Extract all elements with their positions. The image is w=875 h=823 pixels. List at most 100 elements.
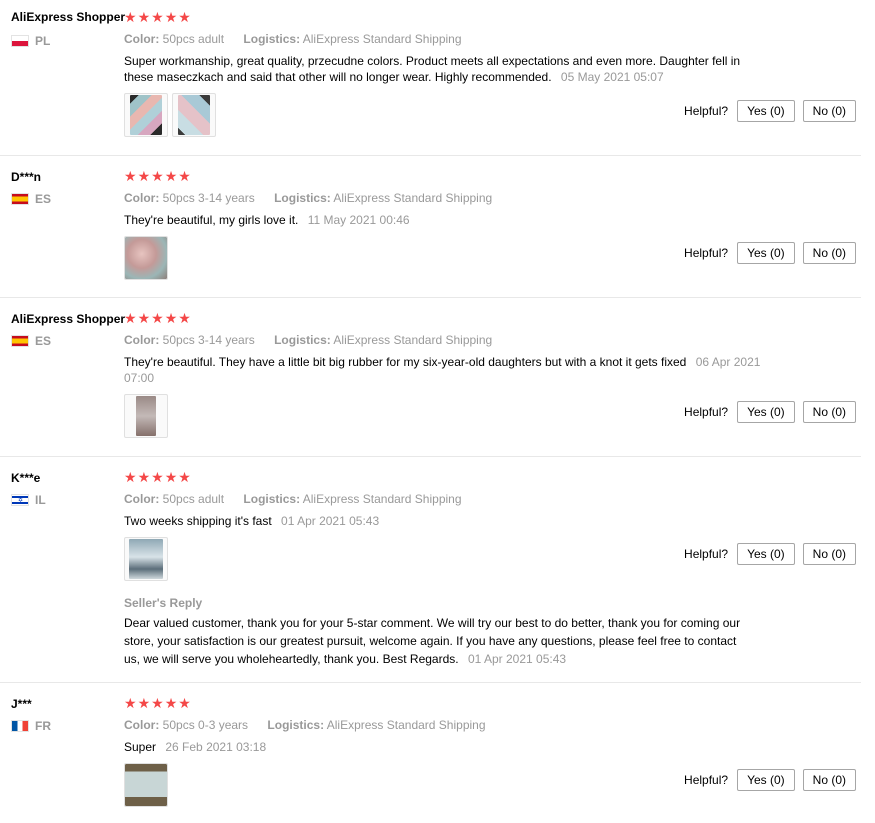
color-value: 50pcs 0-3 years (162, 718, 249, 732)
logistics-key: Logistics: (267, 718, 325, 732)
star-icon: ★ (151, 469, 164, 485)
spain-flag-icon (11, 193, 29, 205)
helpful-yes-button[interactable]: Yes (0) (737, 543, 795, 565)
reviewer-name: K***e (11, 471, 41, 485)
france-flag-icon (11, 720, 29, 732)
reviewer-name: AliExpress Shopper (11, 10, 126, 24)
order-info: Color: 50pcs 0-3 years Logistics: AliExp… (124, 718, 502, 732)
logistics-value: AliExpress Standard Shipping (302, 492, 462, 506)
color-value: 50pcs 3-14 years (162, 333, 255, 347)
reviewer-country: ✡ IL (11, 493, 46, 507)
color-key: Color: (124, 191, 160, 205)
color-key: Color: (124, 492, 160, 506)
review-item: D***n ES ★ ★ ★ ★ ★ Color: 50pcs 3-14 yea… (0, 158, 861, 298)
star-icon: ★ (178, 168, 191, 184)
review-date: 11 May 2021 00:46 (307, 213, 410, 227)
logistics-key: Logistics: (243, 32, 301, 46)
review-photo-thumbnail[interactable] (124, 537, 168, 581)
star-icon: ★ (164, 168, 178, 184)
helpful-vote: Helpful? Yes (0) No (0) (684, 242, 856, 264)
order-info: Color: 50pcs 3-14 years Logistics: AliEx… (124, 191, 508, 205)
color-key: Color: (124, 333, 160, 347)
seller-reply-date: 01 Apr 2021 05:43 (467, 652, 567, 666)
logistics-value: AliExpress Standard Shipping (333, 191, 493, 205)
helpful-no-button[interactable]: No (0) (802, 401, 856, 423)
review-photo-thumbnail[interactable] (124, 763, 168, 807)
country-code: ES (35, 192, 52, 206)
star-icon: ★ (178, 469, 191, 485)
helpful-no-button[interactable]: No (0) (802, 543, 856, 565)
logistics-value: AliExpress Standard Shipping (326, 718, 486, 732)
review-text: They're beautiful, my girls love it. (124, 213, 299, 227)
star-icon: ★ (151, 168, 164, 184)
review-photos (124, 236, 168, 280)
country-code: FR (35, 719, 51, 733)
helpful-label: Helpful? (684, 405, 729, 419)
photo-image (125, 764, 167, 806)
photo-image (178, 95, 210, 135)
helpful-vote: Helpful? Yes (0) No (0) (684, 543, 856, 565)
order-info: Color: 50pcs 3-14 years Logistics: AliEx… (124, 333, 508, 347)
review-date: 05 May 2021 05:07 (560, 70, 664, 84)
review-content: They're beautiful, my girls love it. 11 … (124, 212, 764, 228)
star-icon: ★ (137, 9, 151, 25)
reviewer-country: FR (11, 719, 51, 733)
helpful-label: Helpful? (684, 246, 729, 260)
star-icon: ★ (137, 695, 151, 711)
review-text: Super (124, 740, 157, 754)
review-content: They're beautiful. They have a little bi… (124, 354, 764, 386)
review-text: They're beautiful. They have a little bi… (124, 355, 687, 369)
review-photos (124, 763, 168, 807)
seller-reply-content: Dear valued customer, thank you for your… (124, 614, 744, 668)
reviewer-name: D***n (11, 170, 42, 184)
star-icon: ★ (151, 310, 164, 326)
review-photo-thumbnail[interactable] (124, 93, 168, 137)
helpful-no-button[interactable]: No (0) (802, 100, 856, 122)
helpful-vote: Helpful? Yes (0) No (0) (684, 769, 856, 791)
star-icon: ★ (178, 310, 191, 326)
review-text: Two weeks shipping it's fast (124, 514, 272, 528)
star-rating: ★ ★ ★ ★ ★ (124, 470, 191, 484)
review-content: Super 26 Feb 2021 03:18 (124, 739, 764, 755)
color-key: Color: (124, 718, 160, 732)
helpful-yes-button[interactable]: Yes (0) (737, 769, 795, 791)
helpful-yes-button[interactable]: Yes (0) (737, 242, 795, 264)
israel-flag-icon: ✡ (11, 494, 29, 506)
helpful-yes-button[interactable]: Yes (0) (737, 100, 795, 122)
logistics-key: Logistics: (274, 333, 331, 347)
reviewer-country: ES (11, 334, 51, 348)
color-value: 50pcs adult (162, 32, 225, 46)
logistics-key: Logistics: (243, 492, 301, 506)
helpful-no-button[interactable]: No (0) (802, 242, 856, 264)
order-info: Color: 50pcs adult Logistics: AliExpress… (124, 32, 478, 46)
review-photos (124, 394, 168, 438)
helpful-label: Helpful? (684, 547, 729, 561)
country-code: IL (35, 493, 46, 507)
review-content: Super workmanship, great quality, przecu… (124, 53, 764, 85)
star-icon: ★ (164, 469, 178, 485)
color-key: Color: (124, 32, 160, 46)
spain-flag-icon (11, 335, 29, 347)
poland-flag-icon (11, 35, 29, 47)
review-photo-thumbnail[interactable] (172, 93, 216, 137)
star-icon: ★ (164, 9, 178, 25)
helpful-no-button[interactable]: No (0) (802, 769, 856, 791)
star-icon: ★ (178, 695, 191, 711)
star-rating: ★ ★ ★ ★ ★ (124, 169, 191, 183)
logistics-value: AliExpress Standard Shipping (302, 32, 462, 46)
photo-image (129, 539, 163, 579)
helpful-label: Helpful? (684, 773, 729, 787)
star-icon: ★ (151, 9, 164, 25)
helpful-label: Helpful? (684, 104, 729, 118)
star-icon: ★ (151, 695, 164, 711)
reviewer-country: PL (11, 34, 50, 48)
review-photo-thumbnail[interactable] (124, 394, 168, 438)
review-photo-thumbnail[interactable] (124, 236, 168, 280)
helpful-yes-button[interactable]: Yes (0) (737, 401, 795, 423)
star-icon: ★ (124, 695, 137, 711)
photo-image (125, 237, 167, 279)
review-item: AliExpress Shopper PL ★ ★ ★ ★ ★ Color: 5… (0, 0, 861, 156)
order-info: Color: 50pcs adult Logistics: AliExpress… (124, 492, 478, 506)
star-icon: ★ (178, 9, 191, 25)
star-icon: ★ (124, 9, 137, 25)
